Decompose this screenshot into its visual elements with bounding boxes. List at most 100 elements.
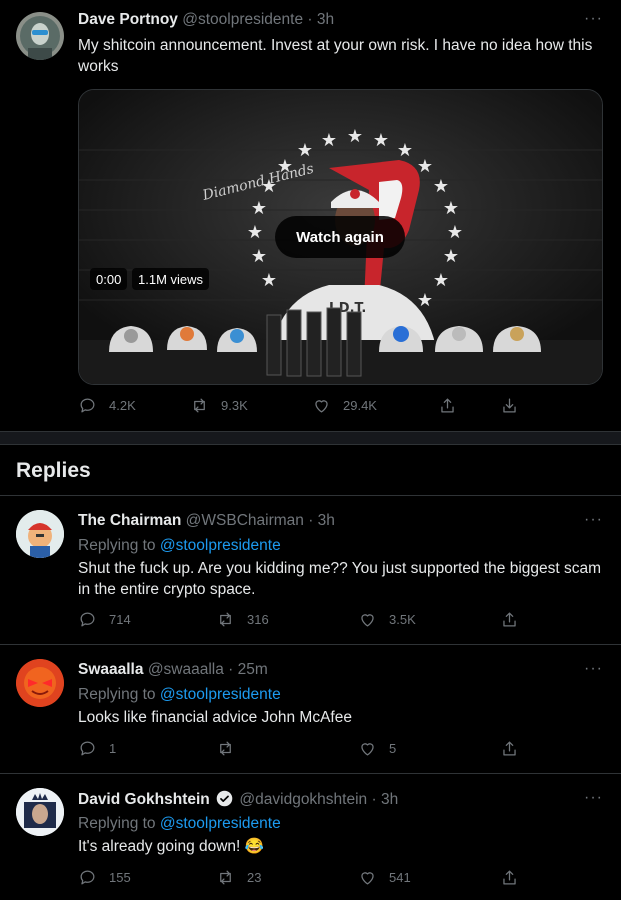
portrait-avatar-icon <box>16 12 64 60</box>
tweet-text: Shut the fuck up. Are you kidding me?? Y… <box>78 560 602 598</box>
svg-text:★: ★ <box>447 222 463 243</box>
more-options-icon[interactable]: ··· <box>584 660 603 678</box>
share-button[interactable] <box>500 610 519 629</box>
svg-text:★: ★ <box>417 290 433 311</box>
avatar[interactable] <box>16 12 64 60</box>
svg-text:★: ★ <box>443 246 459 267</box>
reply-icon <box>80 741 95 756</box>
replies-heading: Replies <box>16 459 91 482</box>
like-count: 3.5K <box>389 612 416 627</box>
share-icon <box>503 870 516 885</box>
svg-text:★: ★ <box>247 222 263 243</box>
replying-prefix: Replying to <box>78 537 160 554</box>
svg-text:★: ★ <box>443 198 459 219</box>
like-count: 541 <box>389 870 411 885</box>
share-icon <box>503 612 516 627</box>
verified-badge-icon <box>216 790 233 807</box>
heart-icon <box>361 743 374 756</box>
crowned-portrait-avatar-icon <box>16 788 64 836</box>
video-views: 1.1M views <box>132 268 210 290</box>
author-name[interactable]: Dave Portnoy <box>78 11 178 28</box>
reply-icon <box>80 612 95 627</box>
like-count: 5 <box>389 741 397 756</box>
replying-to: Replying to @stoolpresidente <box>78 815 281 833</box>
like-button[interactable]: 5 <box>358 739 396 758</box>
share-button[interactable] <box>500 739 519 758</box>
svg-text:★: ★ <box>251 246 267 267</box>
retweet-count: 9.3K <box>221 398 248 413</box>
download-button[interactable] <box>500 396 519 415</box>
reply-count: 1 <box>109 741 117 756</box>
like-button[interactable]: 3.5K <box>358 610 416 629</box>
avatar[interactable] <box>16 659 64 707</box>
replying-to-link[interactable]: @stoolpresidente <box>160 537 281 554</box>
author-name[interactable]: Swaaalla <box>78 661 144 678</box>
download-icon <box>503 398 516 413</box>
avatar[interactable] <box>16 510 64 558</box>
heart-icon <box>361 614 374 627</box>
share-icon <box>503 741 516 756</box>
more-options-icon[interactable]: ··· <box>584 10 603 28</box>
tweet-actions: 155 23 541 <box>78 868 603 890</box>
main-tweet[interactable]: Dave Portnoy @stoolpresidente · 3h ··· M… <box>0 0 621 430</box>
tweet-actions: 1 5 <box>78 739 603 761</box>
tweet-header: Swaaalla @swaaalla · 25m <box>78 661 268 679</box>
retweet-button[interactable]: 9.3K <box>190 396 248 415</box>
heart-icon <box>361 872 374 885</box>
author-handle[interactable]: @stoolpresidente · 3h <box>182 11 334 28</box>
avatar[interactable] <box>16 788 64 836</box>
tweet-text: My shitcoin announcement. Invest at your… <box>78 37 593 75</box>
tweet-header: The Chairman @WSBChairman · 3h <box>78 512 335 530</box>
author-handle[interactable]: @davidgokhshtein · 3h <box>239 791 398 808</box>
svg-text:★: ★ <box>297 140 313 161</box>
heart-icon <box>315 400 328 413</box>
reply-tweet[interactable]: The Chairman @WSBChairman · 3h ··· Reply… <box>0 496 621 644</box>
reply-button[interactable]: 1 <box>78 739 116 758</box>
reply-button[interactable]: 155 <box>78 868 131 887</box>
replying-to-link[interactable]: @stoolpresidente <box>160 686 281 703</box>
replying-to: Replying to @stoolpresidente <box>78 537 281 555</box>
share-button[interactable] <box>500 868 519 887</box>
author-name[interactable]: The Chairman <box>78 512 181 529</box>
reply-tweet[interactable]: Swaaalla @swaaalla · 25m ··· Replying to… <box>0 645 621 773</box>
reply-count: 155 <box>109 870 131 885</box>
tweet-header: David Gokhshtein @davidgokhshtein · 3h <box>78 790 398 809</box>
author-name[interactable]: David Gokhshtein <box>78 791 210 808</box>
author-handle[interactable]: @swaaalla · 25m <box>148 661 268 678</box>
retweet-icon <box>220 741 231 756</box>
author-handle[interactable]: @WSBChairman · 3h <box>186 512 335 529</box>
retweet-button[interactable]: 23 <box>216 868 261 887</box>
svg-text:★: ★ <box>433 270 449 291</box>
more-options-icon[interactable]: ··· <box>584 511 603 529</box>
watch-again-button[interactable]: Watch again <box>275 216 405 258</box>
reply-count: 714 <box>109 612 131 627</box>
replying-to: Replying to @stoolpresidente <box>78 686 281 704</box>
cartoon-avatar-icon <box>16 510 64 558</box>
replying-to-link[interactable]: @stoolpresidente <box>160 815 281 832</box>
reply-tweet[interactable]: David Gokhshtein @davidgokhshtein · 3h ·… <box>0 774 621 900</box>
like-button[interactable]: 29.4K <box>312 396 377 415</box>
retweet-count: 23 <box>247 870 262 885</box>
share-button[interactable] <box>438 396 457 415</box>
like-button[interactable]: 541 <box>358 868 411 887</box>
reply-button[interactable]: 714 <box>78 610 131 629</box>
tweet-text: It's already going down! 😂 <box>78 838 264 855</box>
retweet-count: 316 <box>247 612 269 627</box>
share-icon <box>441 398 454 413</box>
svg-text:★: ★ <box>321 130 337 151</box>
retweet-button[interactable]: 316 <box>216 610 269 629</box>
section-divider <box>0 431 621 445</box>
video-time: 0:00 <box>90 268 128 290</box>
more-options-icon[interactable]: ··· <box>584 789 603 807</box>
retweet-icon <box>220 612 231 627</box>
devil-emoji-avatar-icon <box>16 659 64 707</box>
retweet-button[interactable] <box>216 739 235 758</box>
tweet-actions: 714 316 3.5K <box>78 610 603 632</box>
svg-text:★: ★ <box>261 270 277 291</box>
svg-text:★: ★ <box>347 126 363 147</box>
tweet-header: Dave Portnoy @stoolpresidente · 3h <box>78 11 334 29</box>
svg-text:★: ★ <box>433 176 449 197</box>
reply-count: 4.2K <box>109 398 136 413</box>
reply-button[interactable]: 4.2K <box>78 396 136 415</box>
replying-prefix: Replying to <box>78 815 160 832</box>
